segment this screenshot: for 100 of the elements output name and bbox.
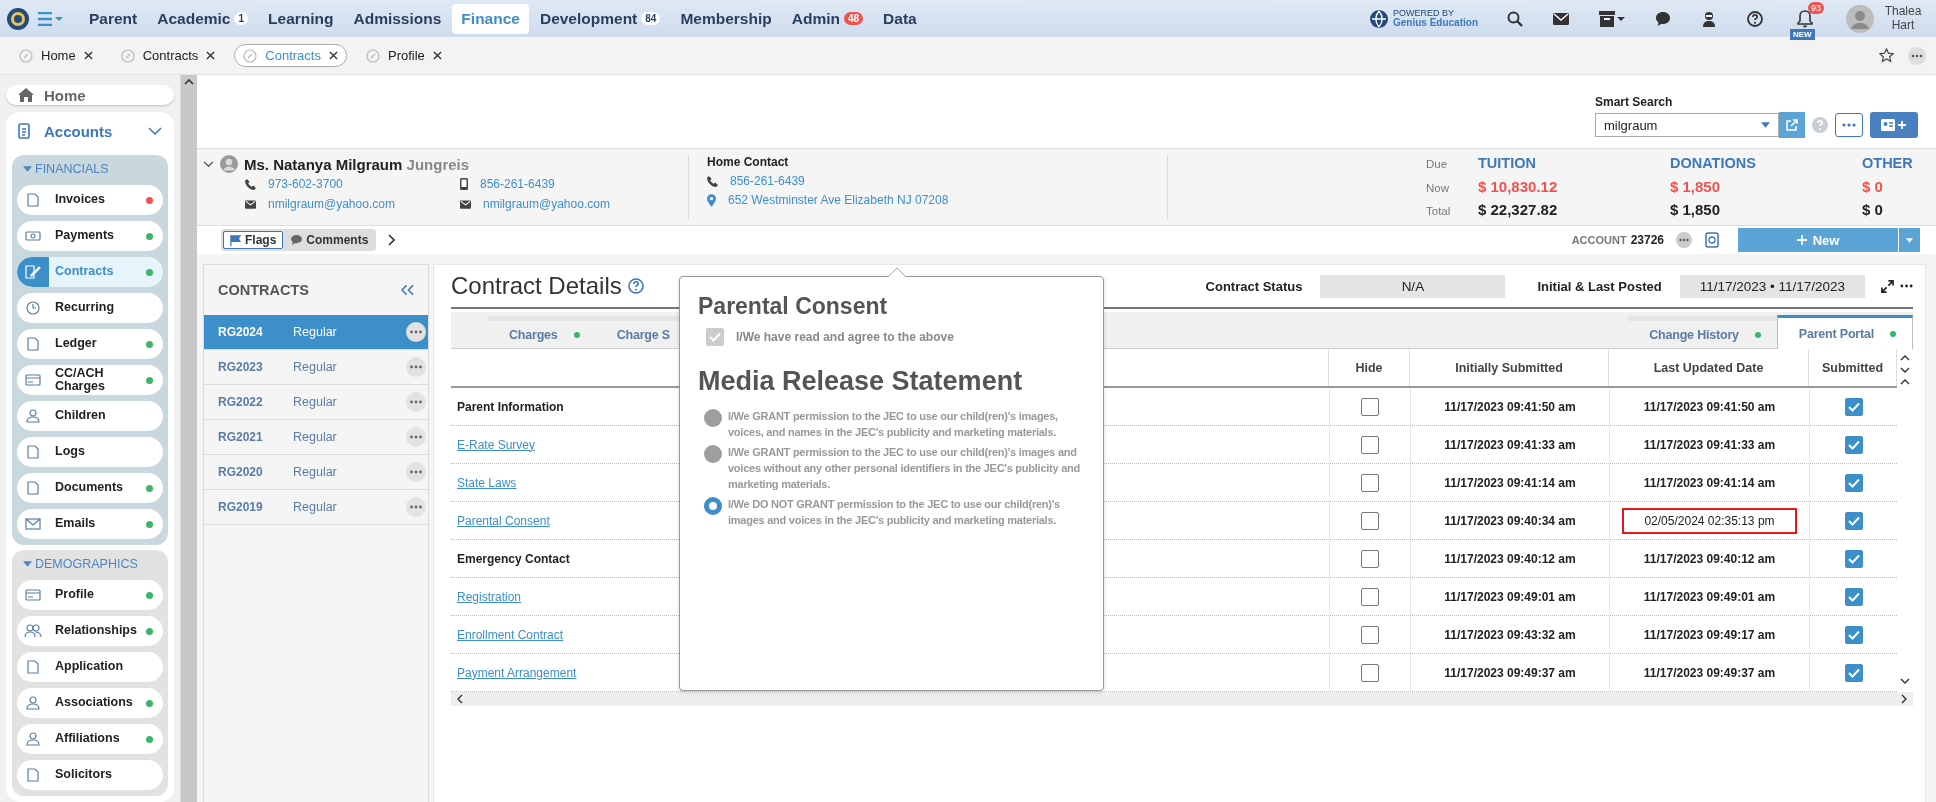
close-icon[interactable] [328, 51, 338, 60]
open-tab[interactable]: Contracts [234, 44, 347, 67]
submitted-checkbox[interactable] [1844, 473, 1863, 492]
sidebar-item[interactable]: Payments [17, 221, 163, 251]
archive-dropdown-icon[interactable] [1599, 10, 1625, 27]
contract-row[interactable]: RG2023 Regular [204, 350, 428, 385]
flags-button[interactable]: Flags [223, 231, 284, 249]
contract-row[interactable]: RG2020 Regular [204, 455, 428, 490]
radio-button[interactable] [704, 444, 722, 463]
submitted-checkbox[interactable] [1844, 549, 1863, 568]
accounts-header[interactable]: Accounts [12, 112, 168, 150]
smart-search-field[interactable]: milgraum [1595, 113, 1779, 137]
help-icon[interactable] [1747, 10, 1763, 27]
scrollbar[interactable] [180, 75, 197, 802]
sidebar-item[interactable]: Logs [17, 437, 163, 467]
nav-tab[interactable]: Admin 48 [782, 3, 873, 34]
sync-icon[interactable] [1704, 232, 1720, 248]
hide-checkbox[interactable] [1361, 663, 1379, 682]
submitted-checkbox[interactable] [1844, 435, 1863, 454]
scroll-left-icon[interactable] [457, 694, 463, 704]
nav-tab[interactable]: Academic 1 [148, 3, 258, 34]
radio-button[interactable] [704, 409, 722, 427]
submitted-checkbox[interactable] [1844, 587, 1863, 606]
close-icon[interactable] [432, 51, 442, 60]
chevron-down-icon[interactable] [203, 160, 214, 168]
collapse-icon[interactable] [401, 284, 414, 296]
search-icon[interactable] [1507, 10, 1523, 27]
school-logo-icon[interactable] [6, 6, 30, 31]
new-dropdown-button[interactable] [1898, 228, 1920, 252]
person-icon[interactable] [1701, 10, 1717, 27]
sidebar-item[interactable]: Documents [17, 473, 163, 503]
sidebar-item[interactable]: Ledger [17, 329, 163, 359]
hide-checkbox[interactable] [1361, 473, 1379, 492]
nav-tab[interactable]: Data [874, 3, 926, 34]
sidebar-item[interactable]: Relationships [17, 616, 163, 646]
open-tab[interactable]: Contracts [111, 44, 225, 67]
help-icon[interactable] [627, 278, 644, 294]
chevron-right-icon[interactable] [388, 234, 396, 246]
scroll-up-icon[interactable] [184, 79, 194, 85]
contract-row[interactable]: RG2024 Regular [204, 315, 428, 350]
envelope-icon[interactable] [1553, 12, 1569, 25]
column-header[interactable]: Last Updated Date [1609, 349, 1809, 386]
open-tab[interactable]: Home [10, 44, 102, 67]
more-icon[interactable] [1908, 46, 1926, 65]
submitted-checkbox[interactable] [1844, 663, 1863, 682]
sidebar-item[interactable]: CC/ACH Charges [17, 365, 163, 395]
hide-checkbox[interactable] [1361, 549, 1379, 568]
more-button[interactable] [1835, 113, 1863, 137]
contract-row[interactable]: RG2022 Regular [204, 385, 428, 420]
sidebar-item[interactable]: Profile [17, 580, 163, 610]
radio-button[interactable] [704, 496, 722, 515]
section-tab[interactable]: Parent Portal [1776, 315, 1913, 349]
close-icon[interactable] [206, 51, 216, 60]
submitted-checkbox[interactable] [1844, 397, 1863, 416]
home-button[interactable]: Home [6, 85, 174, 105]
expand-icon[interactable] [1881, 279, 1894, 293]
menu-icon[interactable] [38, 11, 64, 26]
nav-tab[interactable]: Finance [452, 3, 529, 34]
more-icon[interactable] [1900, 284, 1913, 288]
sidebar-item[interactable]: Invoices [17, 185, 163, 215]
form-link[interactable]: E-Rate Survey [457, 437, 536, 452]
nav-tab[interactable]: Membership [671, 3, 781, 34]
close-icon[interactable] [83, 51, 93, 60]
contract-row[interactable]: RG2021 Regular [204, 420, 428, 455]
comments-button[interactable]: Comments [285, 231, 375, 249]
nav-tab[interactable]: Admissions [344, 3, 451, 34]
form-link[interactable]: Registration [457, 589, 522, 604]
column-header[interactable]: Initially Submitted [1410, 349, 1609, 386]
submitted-checkbox[interactable] [1844, 625, 1863, 644]
hide-checkbox[interactable] [1361, 625, 1379, 644]
nav-tab[interactable]: Learning [259, 3, 343, 34]
sidebar-item[interactable]: Application [17, 652, 163, 682]
hide-checkbox[interactable] [1361, 511, 1379, 530]
form-link[interactable]: Enrollment Contract [457, 627, 564, 642]
sidebar-item[interactable]: Recurring [17, 293, 163, 323]
nav-tab[interactable]: Parent [80, 3, 147, 34]
sidebar-item[interactable]: Emails [17, 509, 163, 539]
agree-checkbox[interactable] [706, 328, 724, 346]
sidebar-item[interactable]: Associations [17, 688, 163, 718]
hide-checkbox[interactable] [1361, 435, 1379, 454]
sidebar-item[interactable]: Solicitors [17, 760, 163, 790]
scroll-down-icon[interactable] [1900, 678, 1910, 684]
chat-icon[interactable] [1655, 10, 1671, 27]
open-tab[interactable]: Profile [356, 44, 451, 67]
hide-checkbox[interactable] [1361, 397, 1379, 416]
section-tab[interactable]: Charges [488, 316, 596, 348]
nav-tab[interactable]: Development 84 [530, 3, 670, 34]
scroll-up-icon[interactable] [1900, 379, 1910, 385]
more-icon[interactable] [1676, 232, 1692, 248]
scroll-up-icon[interactable] [1900, 355, 1910, 361]
avatar-icon[interactable] [1846, 4, 1874, 33]
submitted-checkbox[interactable] [1844, 511, 1863, 530]
scroll-right-icon[interactable] [1901, 694, 1907, 704]
sidebar-item[interactable]: Affiliations [17, 724, 163, 754]
hide-checkbox[interactable] [1361, 587, 1379, 606]
form-link[interactable]: State Laws [457, 475, 517, 490]
user-name[interactable]: Thalea Hart [1882, 4, 1924, 33]
form-link[interactable]: Parental Consent [457, 513, 550, 528]
horizontal-scrollbar[interactable] [451, 692, 1913, 706]
add-contact-card-button[interactable] [1870, 112, 1918, 138]
